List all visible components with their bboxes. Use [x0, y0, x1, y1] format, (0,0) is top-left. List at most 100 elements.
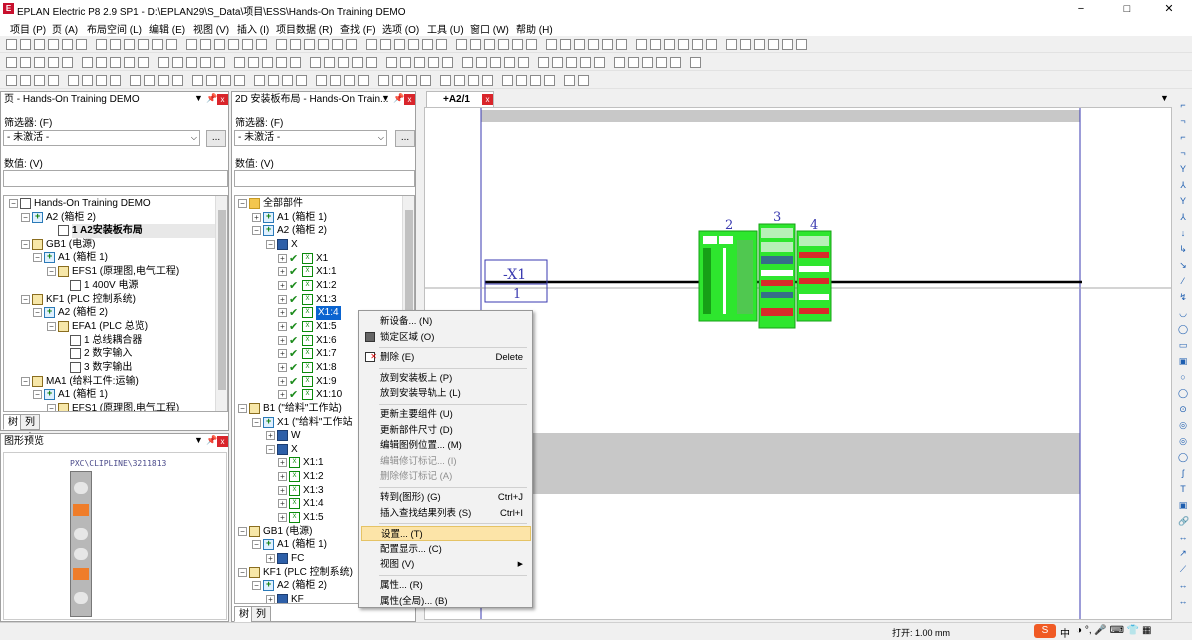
toolbar-tool-icon[interactable]	[352, 57, 363, 68]
toolbar-tool-icon[interactable]	[34, 75, 45, 86]
toolbar-tool-icon[interactable]	[366, 39, 377, 50]
toolbar-tool-icon[interactable]	[34, 39, 45, 50]
toolbar-tool-icon[interactable]	[344, 75, 355, 86]
toolbar-tool-icon[interactable]	[678, 39, 689, 50]
toolbar-tool-icon[interactable]	[276, 39, 287, 50]
toolbar-tool-icon[interactable]	[110, 57, 121, 68]
drawing-tool-icon[interactable]: ⌐	[1178, 100, 1188, 110]
toolbar-tool-icon[interactable]	[726, 39, 737, 50]
tree-node[interactable]: X1:2	[303, 470, 324, 484]
drawing-tool-icon[interactable]: ⁄	[1178, 276, 1188, 286]
expand-toggle-icon[interactable]: +	[278, 377, 287, 386]
context-menu-item[interactable]: 新设备... (N)	[361, 314, 531, 329]
toolbar-tool-icon[interactable]	[470, 39, 481, 50]
tree-scrollbar[interactable]	[215, 196, 227, 411]
dropdown-icon[interactable]: ▼	[194, 435, 203, 445]
toolbar-tool-icon[interactable]	[138, 57, 149, 68]
toolbar-tool-icon[interactable]	[552, 57, 563, 68]
menu-help[interactable]: 帮助 (H)	[516, 21, 553, 36]
tree-node[interactable]: EFA1 (PLC 总览)	[72, 320, 148, 334]
drawing-tool-icon[interactable]: 🔗	[1178, 516, 1189, 526]
menu-insert[interactable]: 插入 (I)	[237, 21, 269, 36]
tree-node[interactable]: X1:1	[316, 265, 337, 279]
tree-node[interactable]: A2 (箱柜 2)	[277, 224, 327, 238]
close-button[interactable]: ✕	[1146, 0, 1192, 18]
maximize-button[interactable]: □	[1104, 0, 1150, 18]
toolbar-tool-icon[interactable]	[530, 75, 541, 86]
expand-toggle-icon[interactable]: +	[266, 595, 275, 603]
toolbar-tool-icon[interactable]	[768, 39, 779, 50]
toolbar-tool-icon[interactable]	[48, 75, 59, 86]
toolbar-tool-icon[interactable]	[62, 57, 73, 68]
toolbar-tool-icon[interactable]	[420, 75, 431, 86]
toolbar-tool-icon[interactable]	[502, 75, 513, 86]
toolbar-tool-icon[interactable]	[110, 39, 121, 50]
toolbar-tool-icon[interactable]	[588, 39, 599, 50]
expand-toggle-icon[interactable]: −	[238, 199, 247, 208]
toolbar-tool-icon[interactable]	[20, 57, 31, 68]
toolbar-tool-icon[interactable]	[796, 39, 807, 50]
toolbar-tool-icon[interactable]	[290, 39, 301, 50]
menu-options[interactable]: 选项 (O)	[382, 21, 419, 36]
drawing-tool-icon[interactable]: ◯	[1178, 324, 1188, 334]
toolbar-tool-icon[interactable]	[456, 39, 467, 50]
tree-node[interactable]: X1:4	[303, 497, 324, 511]
toolbar-tool-icon[interactable]	[394, 39, 405, 50]
expand-toggle-icon[interactable]: −	[238, 404, 247, 413]
drawing-tool-icon[interactable]: ↗	[1178, 548, 1188, 558]
toolbar-tool-icon[interactable]	[76, 39, 87, 50]
toolbar-tool-icon[interactable]	[82, 75, 93, 86]
terminal-block-4[interactable]	[796, 230, 832, 322]
toolbar-tool-icon[interactable]	[740, 39, 751, 50]
expand-toggle-icon[interactable]: −	[252, 226, 261, 235]
menu-project-data[interactable]: 项目数据 (R)	[276, 21, 333, 36]
toolbar-tool-icon[interactable]	[290, 57, 301, 68]
toolbar-tool-icon[interactable]	[186, 57, 197, 68]
expand-toggle-icon[interactable]: +	[266, 554, 275, 563]
toolbar-tool-icon[interactable]	[462, 57, 473, 68]
context-menu-item[interactable]: 编辑图例位置... (M)	[361, 438, 531, 453]
tab-list-dropdown-icon[interactable]: ▼	[1160, 93, 1169, 103]
tree-node[interactable]: X1:8	[316, 361, 337, 375]
toolbar-tool-icon[interactable]	[482, 75, 493, 86]
toolbar-tool-icon[interactable]	[636, 39, 647, 50]
toolbar-tool-icon[interactable]	[332, 39, 343, 50]
drawing-tool-icon[interactable]: ⅄	[1178, 180, 1188, 190]
toolbar-tool-icon[interactable]	[782, 39, 793, 50]
toolbar-tool-icon[interactable]	[580, 57, 591, 68]
context-menu-item[interactable]: 放到安装板上 (P)	[361, 371, 531, 386]
toolbar-tool-icon[interactable]	[574, 39, 585, 50]
tree-node[interactable]: A2 (箱柜 2)	[277, 579, 327, 593]
toolbar-tool-icon[interactable]	[442, 57, 453, 68]
tree-node[interactable]: X1 ("给料"工作站	[277, 416, 352, 430]
tree-node[interactable]: A2 (箱柜 2)	[58, 306, 108, 320]
tree-node[interactable]: W	[291, 429, 300, 443]
panel-close-button[interactable]: x	[404, 94, 415, 105]
toolbar-tool-icon[interactable]	[518, 57, 529, 68]
expand-toggle-icon[interactable]: −	[238, 568, 247, 577]
toolbar-tool-icon[interactable]	[392, 75, 403, 86]
toolbar-tool-icon[interactable]	[498, 39, 509, 50]
context-menu-item[interactable]: 锁定区域 (O)	[361, 330, 531, 345]
dropdown-icon[interactable]: ▼	[381, 93, 390, 103]
expand-toggle-icon[interactable]: +	[278, 486, 287, 495]
menu-layout-space[interactable]: 布局空间 (L)	[87, 21, 142, 36]
drawing-tool-icon[interactable]: ⊙	[1178, 404, 1188, 414]
toolbar-tool-icon[interactable]	[20, 39, 31, 50]
toolbar-tool-icon[interactable]	[318, 39, 329, 50]
toolbar-tool-icon[interactable]	[628, 57, 639, 68]
tree-node[interactable]: X1:7	[316, 347, 337, 361]
toolbar-tool-icon[interactable]	[6, 75, 17, 86]
tree-node[interactable]: Hands-On Training DEMO	[34, 197, 151, 211]
toolbar-tool-icon[interactable]	[214, 57, 225, 68]
drawing-tool-icon[interactable]: ◯	[1178, 452, 1188, 462]
toolbar-tool-icon[interactable]	[96, 57, 107, 68]
toolbar-tool-icon[interactable]	[304, 39, 315, 50]
expand-toggle-icon[interactable]: −	[21, 213, 30, 222]
toolbar-tool-icon[interactable]	[20, 75, 31, 86]
tree-node[interactable]: 2 数字输入	[84, 347, 132, 361]
tree-node[interactable]: 3 数字输出	[84, 361, 132, 375]
drawing-tool-icon[interactable]: ↔	[1178, 580, 1188, 590]
tree-node[interactable]: X1:4	[316, 306, 341, 320]
toolbar-tool-icon[interactable]	[206, 75, 217, 86]
